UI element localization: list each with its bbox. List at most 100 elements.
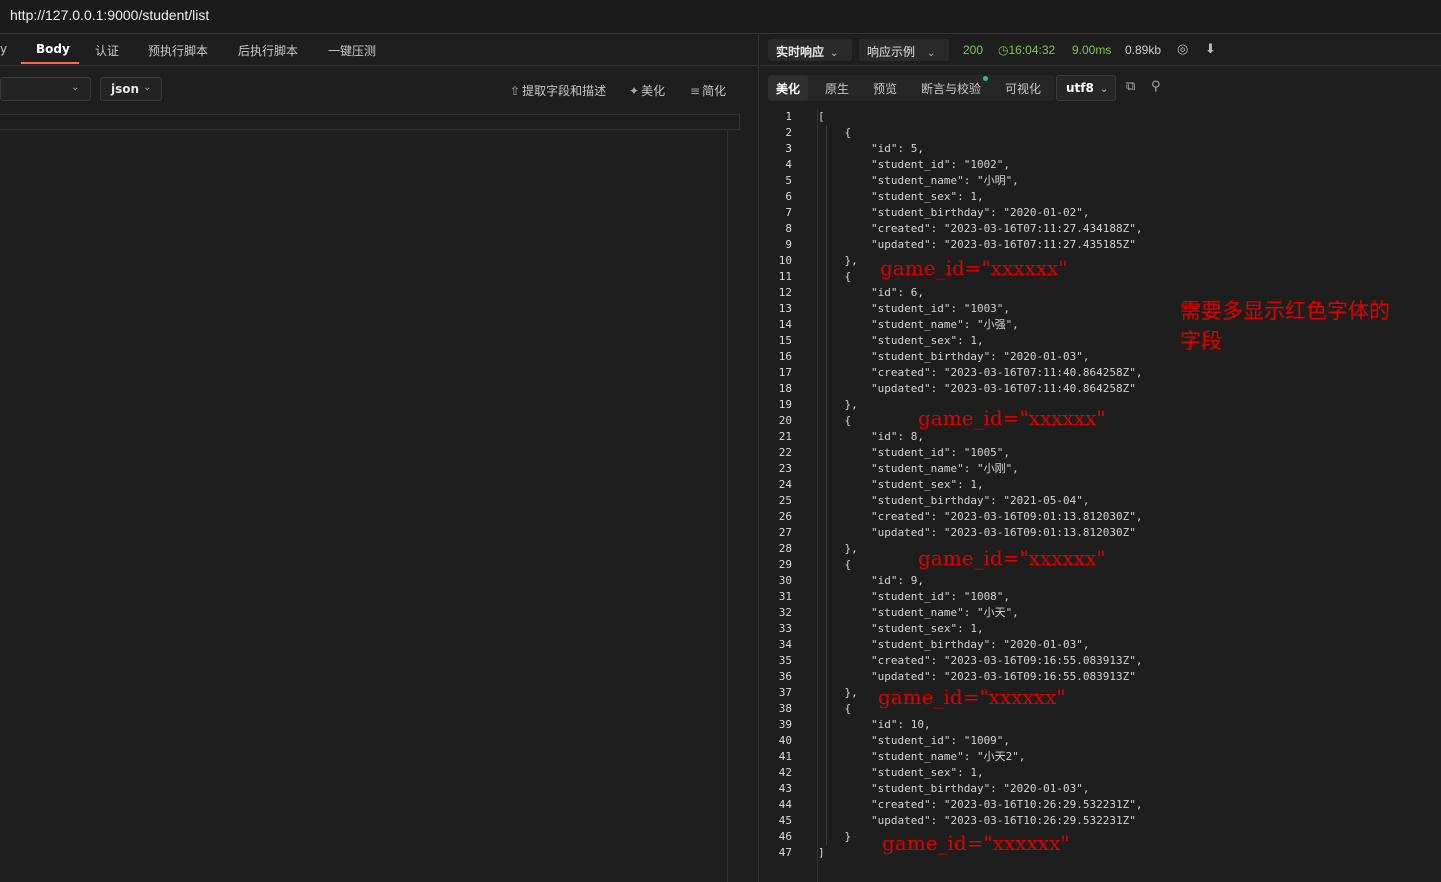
tab-load-test[interactable]: 一键压测 bbox=[328, 42, 376, 59]
line-number: 24 bbox=[778, 478, 792, 491]
extract-fields-button[interactable]: ⇧ 提取字段和描述 bbox=[510, 82, 606, 99]
beautify-label: 美化 bbox=[641, 84, 666, 98]
line-number: 3 bbox=[785, 142, 792, 155]
line-number: 28 bbox=[778, 542, 792, 555]
code-line: }, bbox=[818, 398, 858, 411]
line-number: 19 bbox=[778, 398, 792, 411]
response-time-value: 16:04:32 bbox=[1008, 43, 1056, 57]
format-select-value: json bbox=[111, 82, 140, 96]
annotation-game-id: game_id="xxxxxx" bbox=[880, 256, 1068, 280]
line-number: 40 bbox=[778, 734, 792, 747]
tab-query[interactable]: y bbox=[0, 42, 7, 56]
tab-pre-script[interactable]: 预执行脚本 bbox=[148, 42, 208, 59]
line-number: 44 bbox=[778, 798, 792, 811]
response-duration: 9.00ms bbox=[1072, 43, 1112, 57]
line-number: 17 bbox=[778, 366, 792, 379]
line-number: 29 bbox=[778, 558, 792, 571]
response-code-view[interactable]: 1[2 {3 "id": 5, 4 "student_id": "1002", 5 … bbox=[760, 109, 1441, 882]
code-line: "updated": "2023-03-16T09:01:13.812030Z" bbox=[818, 526, 1136, 539]
code-line: "created": "2023-03-16T07:11:27.434188Z"… bbox=[818, 222, 1143, 235]
line-number: 10 bbox=[778, 254, 792, 267]
line-number: 37 bbox=[778, 686, 792, 699]
code-line: "student_birthday": "2020-01-03", bbox=[818, 782, 1090, 795]
tab-beautified[interactable]: 美化 bbox=[768, 76, 809, 100]
code-line: "created": "2023-03-16T10:26:29.532231Z"… bbox=[818, 798, 1143, 811]
code-line: { bbox=[818, 702, 852, 715]
code-line: "student_birthday": "2020-01-02", bbox=[818, 206, 1090, 219]
request-tabs: y Body 认证 预执行脚本 后执行脚本 一键压测 bbox=[0, 35, 758, 66]
code-line: { bbox=[818, 126, 852, 139]
simplify-button[interactable]: ≡ 简化 bbox=[690, 82, 726, 99]
annotation-note-line: 需要多显示红色字体的 bbox=[1180, 299, 1390, 323]
line-number: 36 bbox=[778, 670, 792, 683]
assertion-status-dot bbox=[983, 76, 988, 81]
code-line: "student_sex": 1, bbox=[818, 478, 984, 491]
response-size: 0.89kb bbox=[1125, 43, 1162, 57]
search-icon[interactable]: ⚲ bbox=[1151, 79, 1161, 94]
line-number: 2 bbox=[785, 126, 792, 139]
body-editor-divider bbox=[727, 130, 728, 882]
tab-assertions[interactable]: 断言与校验 bbox=[913, 76, 989, 100]
chevron-down-icon: ⌄ bbox=[71, 82, 80, 93]
annotation-game-id: game_id="xxxxxx" bbox=[878, 685, 1066, 709]
request-panel: y Body 认证 预执行脚本 后执行脚本 一键压测 ⌄ json ⌄ ⇧ 提取字… bbox=[0, 35, 759, 882]
line-number: 9 bbox=[785, 238, 792, 251]
tab-body[interactable]: Body bbox=[36, 42, 70, 56]
code-line: "created": "2023-03-16T09:01:13.812030Z"… bbox=[818, 510, 1143, 523]
code-line: "id": 6, bbox=[818, 286, 924, 299]
body-editor-header bbox=[0, 114, 740, 130]
line-number: 32 bbox=[778, 606, 792, 619]
url-bar[interactable]: http://127.0.0.1:9000/student/list bbox=[0, 0, 1441, 34]
code-line: "created": "2023-03-16T07:11:40.864258Z"… bbox=[818, 366, 1143, 379]
chevron-down-icon: ⌄ bbox=[830, 48, 839, 59]
tab-visualize[interactable]: 可视化 bbox=[997, 76, 1049, 100]
format-select[interactable]: json ⌄ bbox=[100, 77, 162, 101]
code-line: "created": "2023-03-16T09:16:55.083913Z"… bbox=[818, 654, 1143, 667]
line-number: 31 bbox=[778, 590, 792, 603]
encoding-select[interactable]: utf8 ⌄ bbox=[1056, 75, 1116, 101]
simplify-label: 简化 bbox=[702, 84, 727, 98]
copy-icon[interactable]: ⧉ bbox=[1126, 79, 1135, 94]
line-number: 16 bbox=[778, 350, 792, 363]
line-number: 47 bbox=[778, 846, 792, 859]
upload-icon: ⇧ bbox=[510, 84, 521, 98]
url-text[interactable]: http://127.0.0.1:9000/student/list bbox=[10, 7, 209, 23]
line-number: 11 bbox=[778, 270, 792, 283]
code-line: "student_id": "1005", bbox=[818, 446, 1011, 459]
download-icon[interactable]: ⬇ bbox=[1205, 41, 1216, 57]
tab-preview[interactable]: 预览 bbox=[865, 76, 905, 100]
beautify-button[interactable]: ✦ 美化 bbox=[629, 82, 665, 99]
line-number: 5 bbox=[785, 174, 792, 187]
annotation-game-id: game_id="xxxxxx" bbox=[918, 406, 1106, 430]
line-number: 43 bbox=[778, 782, 792, 795]
code-line: "student_birthday": "2021-05-04", bbox=[818, 494, 1090, 507]
body-type-select[interactable]: ⌄ bbox=[0, 77, 91, 101]
line-number: 15 bbox=[778, 334, 792, 347]
response-mode-select[interactable]: 实时响应 ⌄ bbox=[768, 39, 852, 61]
code-line: { bbox=[818, 270, 852, 283]
line-number: 21 bbox=[778, 430, 792, 443]
code-line: "student_sex": 1, bbox=[818, 190, 984, 203]
line-number: 41 bbox=[778, 750, 792, 763]
code-line: "id": 8, bbox=[818, 430, 924, 443]
response-example-select[interactable]: 响应示例 ⌄ bbox=[859, 39, 949, 61]
tab-post-script[interactable]: 后执行脚本 bbox=[238, 42, 298, 59]
status-code: 200 bbox=[963, 43, 984, 57]
chevron-down-icon: ⌄ bbox=[1099, 84, 1109, 95]
tab-raw[interactable]: 原生 bbox=[817, 76, 857, 100]
code-line: "id": 9, bbox=[818, 574, 924, 587]
chevron-down-icon: ⌄ bbox=[143, 82, 152, 93]
line-number: 39 bbox=[778, 718, 792, 731]
clock-icon: ◷ bbox=[998, 43, 1009, 57]
magic-wand-icon: ✦ bbox=[629, 84, 640, 98]
line-number: 35 bbox=[778, 654, 792, 667]
line-number: 27 bbox=[778, 526, 792, 539]
response-time: ◷16:04:32 bbox=[998, 43, 1055, 57]
code-line: "student_name": "小刚", bbox=[818, 462, 1019, 475]
line-number: 12 bbox=[778, 286, 792, 299]
tab-auth[interactable]: 认证 bbox=[95, 42, 119, 59]
line-number: 38 bbox=[778, 702, 792, 715]
line-number: 1 bbox=[785, 110, 792, 123]
line-number: 20 bbox=[778, 414, 792, 427]
globe-icon[interactable]: ◎ bbox=[1177, 41, 1188, 57]
